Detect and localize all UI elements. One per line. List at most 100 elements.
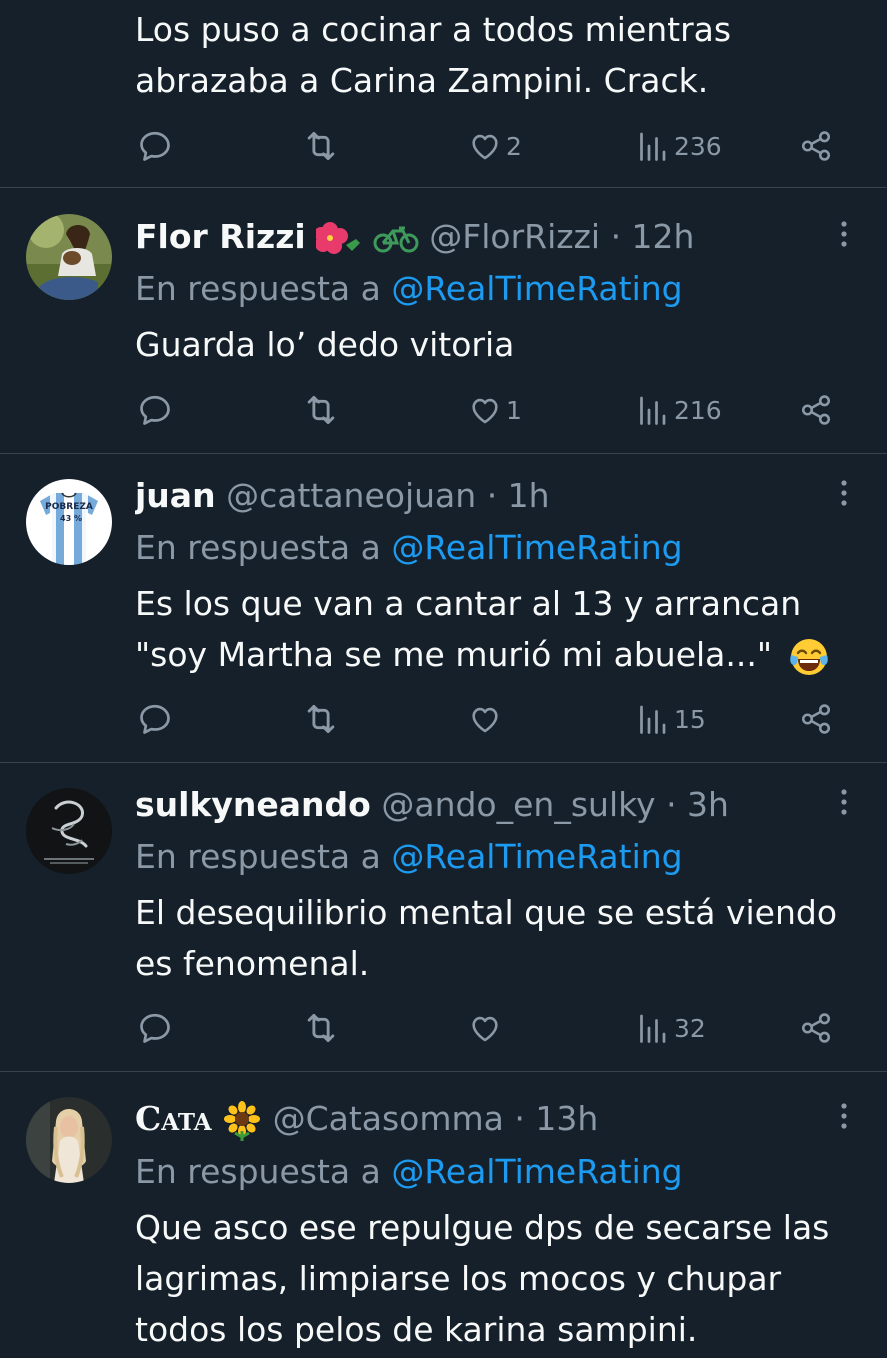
views-button[interactable]: 15 [634, 697, 706, 741]
reply-button[interactable] [137, 1006, 173, 1050]
more-options-button[interactable] [826, 1099, 862, 1135]
tweet-actions: 1 216 [0, 388, 887, 432]
heart-icon [472, 707, 498, 733]
like-count: 1 [506, 395, 522, 425]
views-icon [640, 132, 666, 161]
reply-icon [140, 1013, 170, 1043]
share-button[interactable] [799, 124, 833, 168]
tweet-text: El desequilibrio mental que se está vien… [135, 893, 838, 983]
more-options-button[interactable] [826, 476, 862, 512]
tweet-actions: 32 [0, 1006, 887, 1050]
more-icon [841, 221, 847, 247]
share-button[interactable] [799, 697, 833, 741]
heart-icon [472, 134, 498, 160]
reply-handle-link[interactable]: @RealTimeRating [391, 837, 682, 876]
retweet-button[interactable] [302, 1006, 340, 1050]
views-count: 236 [674, 131, 722, 161]
more-icon [841, 789, 847, 815]
tweet[interactable]: POBREZA 43 % juan @cattaneojuan · 1h En … [0, 453, 887, 763]
views-button[interactable]: 32 [634, 1006, 706, 1050]
share-button[interactable] [799, 1006, 833, 1050]
views-icon [640, 396, 666, 425]
like-count: 2 [506, 131, 522, 161]
tweet-actions: 2 236 [0, 124, 887, 168]
user-handle[interactable]: @cattaneojuan [226, 476, 476, 515]
tweet-header: juan @cattaneojuan · 1h [135, 474, 827, 518]
tears-of-joy-emoji [789, 638, 828, 675]
reply-icon [140, 395, 170, 425]
views-icon [640, 705, 666, 734]
reply-handle-link[interactable]: @RealTimeRating [391, 1152, 682, 1191]
tweet-header: sulkyneando @ando_en_sulky · 3h [135, 783, 827, 827]
retweet-button[interactable] [302, 124, 340, 168]
like-button[interactable] [468, 1006, 506, 1050]
share-icon [801, 704, 831, 734]
share-button[interactable] [799, 388, 833, 432]
avatar[interactable] [26, 788, 112, 874]
views-icon [640, 1014, 666, 1043]
bicycle-emoji [373, 226, 419, 252]
reply-context: En respuesta a @RealTimeRating [135, 837, 683, 876]
avatar-shirt-text: POBREZA [45, 502, 93, 512]
sunflower-emoji [224, 1100, 261, 1141]
tweet-actions: 15 [0, 697, 887, 741]
tweet-time[interactable]: · 1h [487, 476, 550, 515]
tweet-text: Es los que van a cantar al 13 y arrancan… [135, 578, 865, 680]
tweet-header: Cata @Catasomma · 13h [135, 1097, 827, 1141]
display-name[interactable]: Flor Rizzi [135, 217, 306, 256]
more-options-button[interactable] [826, 217, 862, 253]
tweet-text: Que asco ese repulgue dps de secarse las… [135, 1208, 830, 1349]
views-count: 216 [674, 395, 722, 425]
share-icon [801, 131, 831, 161]
tweet[interactable]: Cata @Catasomma · 13h En respuesta a @Re… [0, 1071, 887, 1358]
tweet[interactable]: sulkyneando @ando_en_sulky · 3h En respu… [0, 762, 887, 1072]
views-button[interactable]: 236 [634, 124, 722, 168]
tweet-text: Los puso a cocinar a todos mientras abra… [135, 10, 732, 100]
tweet-time[interactable]: · 13h [514, 1099, 598, 1138]
reply-context: En respuesta a @RealTimeRating [135, 528, 683, 567]
retweet-button[interactable] [302, 697, 340, 741]
display-name[interactable]: sulkyneando [135, 785, 371, 824]
avatar[interactable]: POBREZA 43 % [26, 479, 112, 565]
tweet-text: Guarda lo’ dedo vitoria [135, 325, 515, 364]
reply-handle-link[interactable]: @RealTimeRating [391, 528, 682, 567]
retweet-icon [307, 704, 335, 734]
display-name[interactable]: Cata [135, 1099, 212, 1138]
retweet-icon [307, 1013, 335, 1043]
reply-button[interactable] [137, 697, 173, 741]
like-button[interactable] [468, 697, 506, 741]
more-icon [841, 1103, 847, 1129]
reply-context: En respuesta a @RealTimeRating [135, 1152, 683, 1191]
views-count: 32 [674, 1013, 706, 1043]
retweet-icon [307, 131, 335, 161]
tweet[interactable]: Flor Rizzi @FlorRizzi · 12h En respuesta… [0, 187, 887, 454]
display-name[interactable]: juan [135, 476, 216, 515]
tweet[interactable]: Los puso a cocinar a todos mientras abra… [0, 0, 887, 188]
retweet-button[interactable] [302, 388, 340, 432]
user-handle[interactable]: @ando_en_sulky [381, 785, 655, 824]
heart-icon [472, 1016, 498, 1042]
reply-context: En respuesta a @RealTimeRating [135, 269, 683, 308]
avatar-shirt-text: 43 % [60, 514, 82, 523]
share-icon [801, 395, 831, 425]
avatar[interactable] [26, 214, 112, 300]
views-count: 15 [674, 704, 706, 734]
tweet-header: Flor Rizzi @FlorRizzi · 12h [135, 215, 827, 259]
views-button[interactable]: 216 [634, 388, 722, 432]
user-handle[interactable]: @Catasomma [273, 1099, 504, 1138]
reply-handle-link[interactable]: @RealTimeRating [391, 269, 682, 308]
like-button[interactable]: 1 [468, 388, 522, 432]
tweet-time[interactable]: · 12h [611, 217, 695, 256]
reply-button[interactable] [137, 388, 173, 432]
user-handle[interactable]: @FlorRizzi [429, 217, 600, 256]
tweet-time[interactable]: · 3h [666, 785, 729, 824]
reply-icon [140, 131, 170, 161]
reply-icon [140, 704, 170, 734]
hibiscus-emoji [316, 221, 361, 254]
heart-icon [472, 398, 498, 424]
more-options-button[interactable] [826, 785, 862, 821]
share-icon [801, 1013, 831, 1043]
like-button[interactable]: 2 [468, 124, 522, 168]
reply-button[interactable] [137, 124, 173, 168]
avatar[interactable] [26, 1097, 112, 1183]
